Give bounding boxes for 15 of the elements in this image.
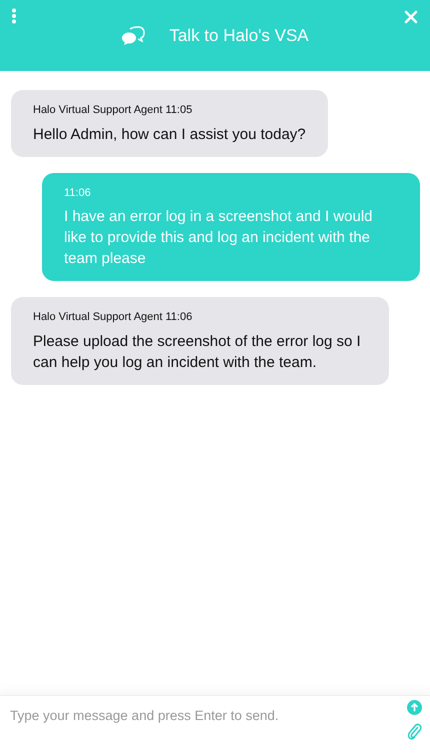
close-icon	[404, 10, 418, 24]
send-button[interactable]	[407, 700, 422, 715]
message-text: Hello Admin, how can I assist you today?	[33, 124, 306, 144]
message-text: Please upload the screenshot of the error log so I can help you log an incident with the team.	[33, 332, 362, 372]
message-meta: Halo Virtual Support Agent 11:06	[33, 310, 194, 325]
paperclip-icon	[407, 723, 422, 740]
chat-title: Talk to Halo's VSA	[169, 24, 309, 47]
message-meta: Halo Virtual Support Agent 11:05	[33, 103, 194, 118]
menu-icon	[11, 8, 17, 24]
attach-button[interactable]	[407, 723, 422, 740]
close-button[interactable]	[402, 8, 420, 26]
menu-button[interactable]	[9, 6, 19, 26]
message-meta: 11:06	[64, 186, 92, 200]
message-text: I have an error log in a screenshot and I would like to provide this and log an incident with the team please	[64, 207, 374, 269]
chat-bubbles-icon	[121, 26, 146, 46]
